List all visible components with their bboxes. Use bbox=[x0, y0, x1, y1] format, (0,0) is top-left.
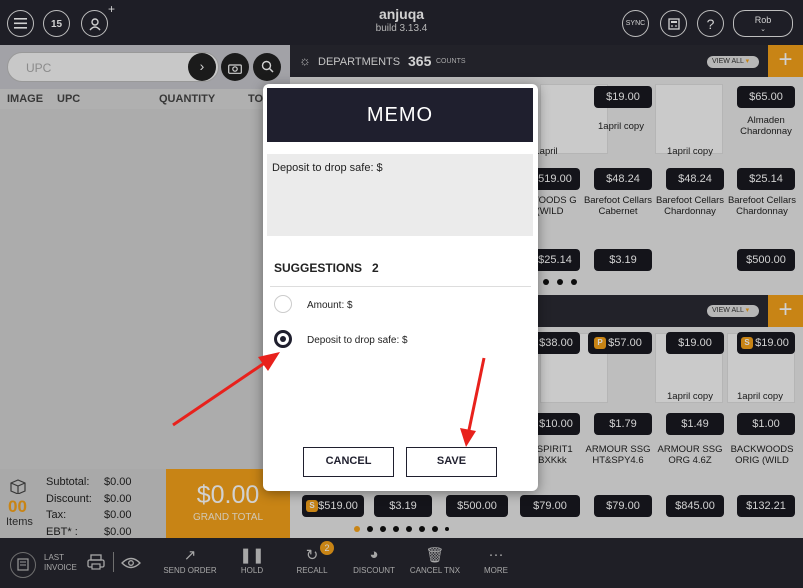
pos-app: 15 + anjuqa build 3.13.4 SYNC ? Rob ⌄ UP… bbox=[0, 0, 803, 588]
annotation-arrows bbox=[172, 352, 486, 447]
arrow-to-deposit-radio bbox=[172, 352, 280, 427]
arrow-to-save-button bbox=[460, 357, 486, 447]
